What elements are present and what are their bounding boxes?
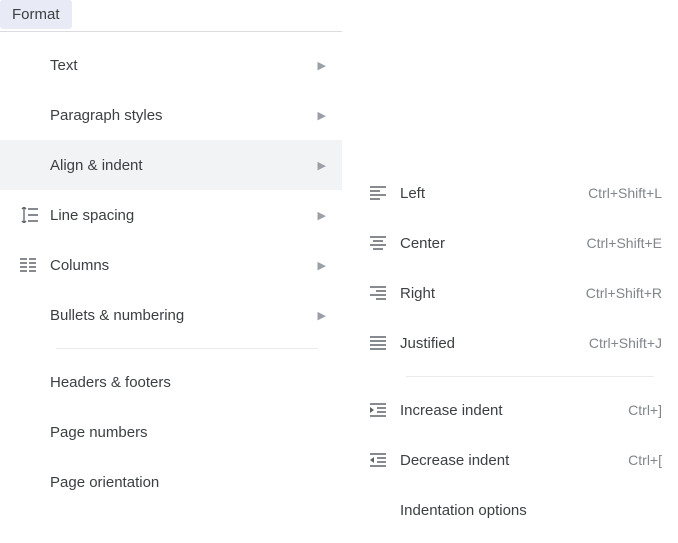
submenu-item-label: Increase indent: [400, 402, 612, 419]
align-justified-icon: [370, 333, 400, 353]
menu-item-paragraph-styles[interactable]: Paragraph styles ▶: [0, 90, 342, 140]
align-center-icon: [370, 233, 400, 253]
submenu-item-decrease-indent[interactable]: Decrease indent Ctrl+[: [350, 435, 678, 485]
menu-item-label: Align & indent: [50, 157, 318, 174]
menu-item-label: Line spacing: [50, 207, 318, 224]
blank-icon: [20, 372, 50, 392]
format-menu-button[interactable]: Format: [0, 0, 72, 29]
format-dropdown: Text ▶ Paragraph styles ▶ Align & indent…: [0, 31, 342, 515]
blank-icon: [20, 422, 50, 442]
increase-indent-icon: [370, 400, 400, 420]
submenu-item-left[interactable]: Left Ctrl+Shift+L: [350, 168, 678, 218]
submenu-item-label: Indentation options: [400, 502, 662, 519]
menu-item-line-spacing[interactable]: Line spacing ▶: [0, 190, 342, 240]
submenu-item-label: Right: [400, 285, 570, 302]
submenu-item-label: Justified: [400, 335, 573, 352]
blank-icon: [20, 305, 50, 325]
menu-item-page-numbers[interactable]: Page numbers: [0, 407, 342, 457]
submenu-item-right[interactable]: Right Ctrl+Shift+R: [350, 268, 678, 318]
submenu-item-label: Left: [400, 185, 572, 202]
menu-item-label: Headers & footers: [50, 374, 326, 391]
chevron-right-icon: ▶: [318, 59, 326, 72]
menu-item-align-indent[interactable]: Align & indent ▶: [0, 140, 342, 190]
align-right-icon: [370, 283, 400, 303]
chevron-right-icon: ▶: [318, 259, 326, 272]
menu-item-label: Paragraph styles: [50, 107, 318, 124]
align-left-icon: [370, 183, 400, 203]
menu-item-label: Bullets & numbering: [50, 307, 318, 324]
blank-icon: [20, 105, 50, 125]
decrease-indent-icon: [370, 450, 400, 470]
chevron-right-icon: ▶: [318, 309, 326, 322]
submenu-item-increase-indent[interactable]: Increase indent Ctrl+]: [350, 385, 678, 435]
columns-icon: [20, 255, 50, 275]
shortcut-text: Ctrl+Shift+J: [589, 335, 662, 351]
line-spacing-icon: [20, 205, 50, 225]
blank-icon: [20, 472, 50, 492]
menu-separator: [56, 348, 318, 349]
menu-item-columns[interactable]: Columns ▶: [0, 240, 342, 290]
shortcut-text: Ctrl+Shift+E: [587, 235, 662, 251]
shortcut-text: Ctrl+]: [628, 402, 662, 418]
menu-item-headers-footers[interactable]: Headers & footers: [0, 357, 342, 407]
submenu-item-label: Decrease indent: [400, 452, 612, 469]
blank-icon: [20, 155, 50, 175]
menu-item-bullets-numbering[interactable]: Bullets & numbering ▶: [0, 290, 342, 340]
shortcut-text: Ctrl+Shift+L: [588, 185, 662, 201]
blank-icon: [370, 500, 400, 520]
chevron-right-icon: ▶: [318, 109, 326, 122]
shortcut-text: Ctrl+[: [628, 452, 662, 468]
submenu-item-justified[interactable]: Justified Ctrl+Shift+J: [350, 318, 678, 368]
blank-icon: [20, 55, 50, 75]
menu-separator: [406, 376, 654, 377]
menu-item-label: Page orientation: [50, 474, 326, 491]
submenu-item-indentation-options[interactable]: Indentation options: [350, 485, 678, 535]
menu-item-label: Columns: [50, 257, 318, 274]
submenu-item-label: Center: [400, 235, 571, 252]
chevron-right-icon: ▶: [318, 209, 326, 222]
submenu-item-center[interactable]: Center Ctrl+Shift+E: [350, 218, 678, 268]
menu-item-text[interactable]: Text ▶: [0, 40, 342, 90]
menu-item-label: Text: [50, 57, 318, 74]
shortcut-text: Ctrl+Shift+R: [586, 285, 662, 301]
align-indent-submenu: Left Ctrl+Shift+L Center Ctrl+Shift+E Ri…: [350, 160, 678, 543]
menu-item-label: Page numbers: [50, 424, 326, 441]
chevron-right-icon: ▶: [318, 159, 326, 172]
menu-item-page-orientation[interactable]: Page orientation: [0, 457, 342, 507]
